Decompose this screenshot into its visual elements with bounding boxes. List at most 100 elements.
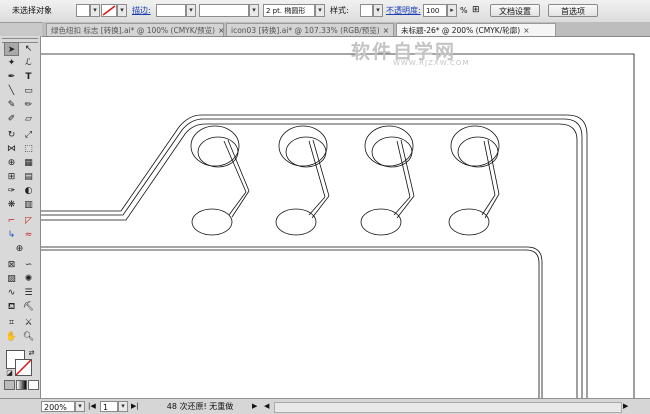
no-stroke-icon	[102, 5, 116, 16]
target-icon[interactable]: ⊕	[12, 242, 27, 256]
style-label: 样式:	[330, 6, 349, 15]
knife-icon[interactable]: ⚔	[21, 316, 36, 330]
scale-icon[interactable]: ⤢	[21, 128, 36, 142]
artboard-icon[interactable]: ⌐	[4, 214, 19, 228]
brush-dropdown[interactable]: ▾	[315, 4, 325, 17]
inner-panel	[41, 246, 543, 398]
blob-brush-icon[interactable]: ✐	[4, 112, 19, 126]
close-icon[interactable]: ×	[523, 24, 529, 36]
stroke-weight-dropdown[interactable]: ▾	[186, 4, 196, 17]
opacity-label-link[interactable]: 不透明度:	[386, 4, 421, 17]
status-menu-arrow[interactable]: ▶	[252, 401, 257, 412]
gradient-mode-icon[interactable]	[16, 380, 27, 390]
scroll-right-arrow[interactable]: ▶	[623, 401, 628, 412]
variable-width-field[interactable]	[199, 4, 249, 17]
curve-icon[interactable]: ↳	[4, 228, 19, 242]
button-group-2	[275, 125, 330, 236]
crystallize-icon[interactable]: ✺	[21, 272, 36, 286]
color-mode-icon[interactable]	[4, 380, 15, 390]
paint-bucket-icon[interactable]: ⛾	[4, 300, 19, 314]
last-artboard-icon[interactable]: ▶|	[131, 401, 139, 412]
artboard-number-field[interactable]: 1	[100, 401, 118, 412]
stroke-color-box[interactable]	[15, 359, 32, 376]
zoom-dropdown[interactable]: ▾	[75, 401, 85, 412]
first-artboard-icon[interactable]: |◀	[88, 401, 96, 412]
close-icon[interactable]: ×	[383, 24, 389, 36]
paintbrush-icon[interactable]: ✎	[4, 98, 19, 112]
selection-tool-icon[interactable]: ➤	[4, 42, 19, 56]
button-group-3	[360, 125, 415, 236]
hand-icon[interactable]: ✋	[4, 330, 19, 344]
scallop-icon[interactable]: ∿	[4, 286, 19, 300]
default-colors-icon[interactable]: ◪	[2, 366, 17, 380]
horizontal-scrollbar[interactable]	[274, 402, 622, 413]
document-setup-button[interactable]: 文档设置	[490, 4, 540, 17]
no-stroke-icon	[15, 359, 32, 376]
opacity-percent: %	[460, 6, 468, 15]
opacity-field[interactable]: 100	[423, 4, 447, 17]
close-icon[interactable]: ×	[218, 24, 223, 36]
tab-label: icon03 [转换].ai* @ 107.33% (RGB/预览)	[231, 26, 380, 35]
stroke-dropdown[interactable]: ▾	[117, 4, 127, 17]
symbol-sprayer-icon[interactable]: ❋	[4, 198, 19, 212]
inner-panel-2	[41, 249, 540, 398]
none-mode-icon[interactable]	[28, 380, 39, 390]
twirl-icon[interactable]: ∽	[21, 258, 36, 272]
rotate-icon[interactable]: ↻	[4, 128, 19, 142]
zoom-field[interactable]: 200%	[41, 401, 75, 412]
warp-icon[interactable]: ≈	[21, 228, 36, 242]
swap-colors-icon[interactable]: ⇄	[24, 346, 39, 360]
width-icon[interactable]: ⋈	[4, 142, 19, 156]
line-icon[interactable]: ╲	[4, 84, 19, 98]
artboard-canvas[interactable]	[41, 37, 650, 398]
slice-icon[interactable]: ◸	[21, 214, 36, 228]
stroke-label-link[interactable]: 描边:	[132, 4, 151, 17]
eraser-icon[interactable]: ▱	[21, 112, 36, 126]
eyedropper-icon[interactable]: ✑	[4, 184, 19, 198]
variable-width-dropdown[interactable]: ▾	[249, 4, 259, 17]
tab-label: 绿色纽扣 标志 [转换].ai* @ 100% (CMYK/预览)	[51, 26, 216, 35]
button-group-4	[448, 125, 500, 236]
stroke-weight-field[interactable]	[156, 4, 186, 17]
type-icon[interactable]: T	[21, 70, 36, 84]
status-bar: 200% ▾ |◀ 1 ▾ ▶| 48 次还原! 无重做 ▶ ◀ ▶	[0, 398, 650, 414]
list-icon[interactable]: ☰	[21, 286, 36, 300]
control-bar: 未选择对象 ▾ ▾ 描边: ▾ ▾ 2 pt. 椭圆形 ▾ 样式: ▾ 不透明度…	[0, 0, 650, 23]
tools-panel: ➤ ↖ ✦ ℒ ✒ T ╲ ▭ ✎ ✏ ✐ ▱ ↻ ⤢ ⋈ ⬚ ⊕ ▦ ⊞ ▤ …	[0, 36, 41, 398]
rectangle-icon[interactable]: ▭	[21, 84, 36, 98]
gradient-icon[interactable]: ▤	[21, 170, 36, 184]
live-paint-icon[interactable]: ⛏	[21, 300, 36, 314]
style-dropdown[interactable]: ▾	[373, 4, 383, 17]
preferences-button[interactable]: 首选项	[548, 4, 598, 17]
artboard-dropdown[interactable]: ▾	[118, 401, 128, 412]
artboard-border	[41, 53, 635, 398]
blend-icon[interactable]: ◐	[21, 184, 36, 198]
free-transform-icon[interactable]: ⬚	[21, 142, 36, 156]
chart-icon[interactable]: ▨	[4, 272, 19, 286]
envelope-icon[interactable]: ⊠	[4, 258, 19, 272]
crop-icon[interactable]: ⌗	[4, 316, 19, 330]
brush-definition-field[interactable]: 2 pt. 椭圆形	[263, 4, 315, 17]
recolor-icon[interactable]: ⊞	[472, 4, 480, 17]
outer-outline-2	[41, 118, 583, 398]
fill-dropdown[interactable]: ▾	[90, 4, 100, 17]
tab-document-1[interactable]: 绿色纽扣 标志 [转换].ai* @ 100% (CMYK/预览) ×	[46, 23, 224, 36]
column-graph-icon[interactable]: ▥	[21, 198, 36, 212]
scroll-left-arrow[interactable]: ◀	[264, 401, 269, 412]
shape-builder-icon[interactable]: ⊕	[4, 156, 19, 170]
tab-document-2[interactable]: icon03 [转换].ai* @ 107.33% (RGB/预览) ×	[226, 23, 394, 36]
stroke-swatch[interactable]	[101, 4, 117, 17]
pencil-icon[interactable]: ✏	[21, 98, 36, 112]
tab-document-3[interactable]: 未标题-26* @ 200% (CMYK/轮廓) ×	[396, 23, 556, 36]
mesh-icon[interactable]: ⊞	[4, 170, 19, 184]
direct-selection-tool-icon[interactable]: ↖	[21, 42, 36, 56]
zoom-icon[interactable]: 🔍︎	[21, 330, 36, 344]
status-info: 48 次还原! 无重做	[150, 401, 250, 412]
pen-icon[interactable]: ✒	[4, 70, 19, 84]
opacity-dropdown[interactable]: ▸	[447, 4, 457, 17]
style-swatch[interactable]	[360, 4, 373, 17]
perspective-icon[interactable]: ▦	[21, 156, 36, 170]
magic-wand-icon[interactable]: ✦	[4, 56, 19, 70]
fill-swatch[interactable]	[76, 4, 90, 17]
lasso-icon[interactable]: ℒ	[21, 56, 36, 70]
